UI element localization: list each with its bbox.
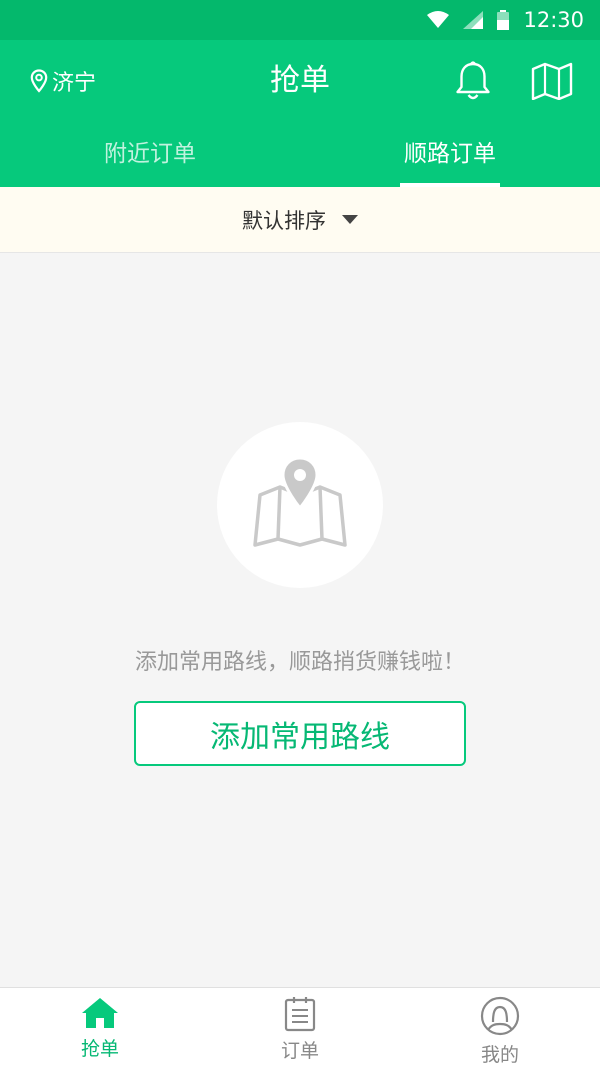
nav-item-profile[interactable]: 我的 [400,988,600,1067]
home-icon [82,998,118,1028]
order-list-icon [284,997,316,1032]
order-tabs: 附近订单 顺路订单 [0,132,600,187]
nav-label: 抢单 [80,1038,119,1060]
sort-selector[interactable]: 默认排序 [0,187,600,253]
nav-label: 我的 [480,1044,519,1066]
empty-state-illustration [217,422,383,588]
sort-label: 默认排序 [242,208,326,233]
add-route-button[interactable]: 添加常用路线 [134,701,466,766]
notification-button[interactable] [454,60,492,106]
nav-item-grab-orders[interactable]: 抢单 [0,988,200,1067]
header: 济宁 抢单 附近订单 顺路订单 [0,40,600,187]
location-label: 济宁 [52,71,97,96]
status-time: 12:30 [523,8,584,32]
screen: 12:30 济宁 抢单 附近订单 顺路订单 默认排序 添加常用路线，顺路捎货赚钱… [0,0,600,1067]
status-bar: 12:30 [0,0,600,40]
empty-state-message: 添加常用路线，顺路捎货赚钱啦！ [134,650,465,675]
bottom-nav: 抢单 订单 我的 [0,987,600,1067]
caret-down-icon [342,215,358,224]
profile-icon [480,996,520,1036]
map-icon [531,62,573,101]
cell-signal-icon [463,11,484,29]
location-selector[interactable]: 济宁 [30,66,96,96]
battery-icon [497,10,510,30]
location-pin-icon [30,69,48,93]
wifi-icon [427,11,450,29]
nav-item-orders[interactable]: 订单 [200,988,400,1067]
nav-label: 订单 [280,1040,319,1062]
tab-route-orders[interactable]: 顺路订单 [300,132,600,187]
map-button[interactable] [530,62,574,104]
map-pin-illustration-icon [253,456,347,547]
tab-nearby-orders[interactable]: 附近订单 [0,132,300,187]
bell-icon [456,61,490,100]
